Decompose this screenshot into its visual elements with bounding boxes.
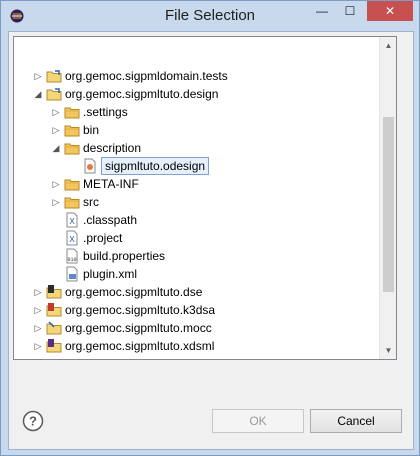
folder-icon xyxy=(64,179,80,191)
mocc-project-icon xyxy=(46,321,62,335)
expand-arrow-icon[interactable]: ▷ xyxy=(32,304,44,316)
tree-row[interactable]: ◢ org.gemoc.sigpmltuto.design xyxy=(14,85,374,103)
expand-arrow-icon[interactable]: ▷ xyxy=(50,196,62,208)
tree-item-label: org.gemoc.sigpmltuto.mocc xyxy=(65,321,212,335)
tree-row[interactable]: ▷ org.gemoc.sigpmldomain.tests xyxy=(14,67,374,85)
tree-row[interactable]: sigpmltuto.odesign xyxy=(14,157,374,175)
tree-item-label: META-INF xyxy=(83,177,139,191)
minimize-button[interactable]: — xyxy=(309,1,335,21)
tree-row[interactable]: ▷ src xyxy=(14,193,374,211)
tree-row[interactable]: ◢ description xyxy=(14,139,374,157)
tree-row[interactable]: plugin.xml xyxy=(14,265,374,283)
expand-arrow-icon[interactable]: ▷ xyxy=(50,178,62,190)
tree-item-label: .settings xyxy=(83,105,128,119)
file-tree[interactable]: ▲ ▼ ▷ org.gemoc.sigpmldomain.tests ◢ org.ge… xyxy=(13,36,397,360)
close-button[interactable]: ✕ xyxy=(367,1,413,21)
ok-button[interactable]: OK xyxy=(212,409,304,433)
svg-text:X: X xyxy=(69,235,75,244)
tree-item-label: org.gemoc.sigpmltuto.xdsml xyxy=(65,339,215,353)
xdsml-project-icon xyxy=(46,339,62,353)
tree-row[interactable]: ▷ org.gemoc.sigpmltuto.dse xyxy=(14,283,374,301)
k3dsa-project-icon xyxy=(46,303,62,317)
dse-project-icon xyxy=(46,285,62,299)
scroll-up-arrow[interactable]: ▲ xyxy=(380,37,396,54)
help-button[interactable]: ? xyxy=(22,410,44,432)
cancel-button[interactable]: Cancel xyxy=(310,409,402,433)
tree-item-label: org.gemoc.sigpmldomain.tests xyxy=(65,69,228,83)
expand-arrow-icon[interactable]: ▷ xyxy=(32,322,44,334)
tree-row[interactable]: ▷ org.gemoc.sigpmltuto.xdsml xyxy=(14,337,374,355)
tree-item-label: org.gemoc.sigpmltuto.dse xyxy=(65,285,203,299)
xml-file-icon: X xyxy=(66,212,78,228)
help-glyph: ? xyxy=(29,414,37,429)
tree-item-label: build.properties xyxy=(83,249,166,263)
tree-row[interactable]: ▷ .settings xyxy=(14,103,374,121)
collapse-arrow-icon[interactable]: ◢ xyxy=(50,142,62,154)
folder-icon xyxy=(64,125,80,137)
tree-item-label: bin xyxy=(83,123,100,137)
scroll-thumb[interactable] xyxy=(383,117,394,292)
scroll-down-arrow[interactable]: ▼ xyxy=(380,342,396,359)
project-icon xyxy=(46,70,62,83)
tree-item-label: plugin.xml xyxy=(83,267,138,281)
project-icon xyxy=(46,88,62,101)
tree-row[interactable]: ▷ org.gemoc.sigpmltuto.k3dsa xyxy=(14,301,374,319)
tree-item-label: org.gemoc.sigpmltuto.k3dsa xyxy=(65,303,216,317)
odesign-file-icon xyxy=(84,158,96,174)
tree-row[interactable]: 010 build.properties xyxy=(14,247,374,265)
expand-arrow-icon[interactable]: ▷ xyxy=(50,106,62,118)
properties-file-icon: 010 xyxy=(66,248,78,264)
vertical-scrollbar[interactable]: ▲ ▼ xyxy=(379,37,396,359)
expand-arrow-icon[interactable]: ▷ xyxy=(50,124,62,136)
plugin-file-icon xyxy=(66,266,78,282)
collapse-arrow-icon[interactable]: ◢ xyxy=(32,88,44,100)
tree-item-label: sigpmltuto.odesign xyxy=(101,157,210,175)
tree-item-label: src xyxy=(83,195,99,209)
tree-item-label: .project xyxy=(83,231,123,245)
tree-item-label: org.gemoc.sigpmltuto.design xyxy=(65,87,219,101)
tree-row[interactable]: X .classpath xyxy=(14,211,374,229)
xml-file-icon: X xyxy=(66,230,78,246)
tree-row[interactable]: ▷ bin xyxy=(14,121,374,139)
folder-icon xyxy=(64,143,80,155)
title-bar[interactable]: File Selection — ☐ ✕ xyxy=(1,1,419,31)
expand-arrow-icon[interactable]: ▷ xyxy=(32,286,44,298)
tree-row[interactable]: ▷ org.gemoc.sigpmltuto.mocc xyxy=(14,319,374,337)
expand-arrow-icon[interactable]: ▷ xyxy=(32,340,44,352)
svg-text:X: X xyxy=(69,217,75,226)
tree-row[interactable]: ▷ META-INF xyxy=(14,175,374,193)
svg-text:010: 010 xyxy=(67,257,76,263)
folder-icon xyxy=(64,197,80,209)
tree-row[interactable]: X .project xyxy=(14,229,374,247)
tree-item-label: description xyxy=(83,141,142,155)
maximize-button[interactable]: ☐ xyxy=(337,1,363,21)
tree-item-label: .classpath xyxy=(83,213,138,227)
expand-arrow-icon[interactable]: ▷ xyxy=(32,70,44,82)
folder-icon xyxy=(64,107,80,119)
